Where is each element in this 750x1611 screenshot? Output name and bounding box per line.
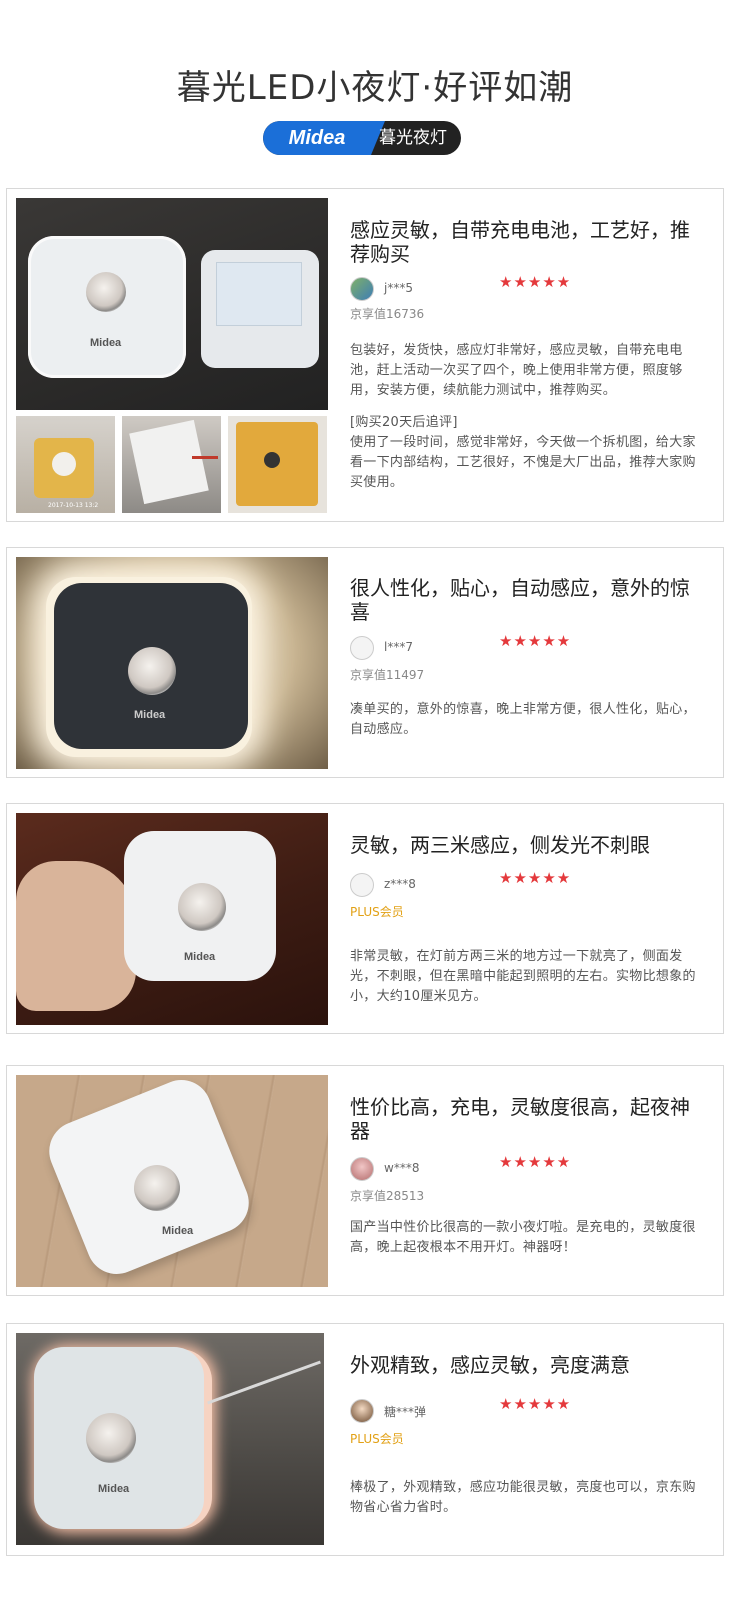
avatar xyxy=(350,1157,374,1181)
review-body: 凑单买的，意外的惊喜，晚上非常方便，很人性化，贴心，自动感应。 xyxy=(350,700,700,740)
review-text: 棒极了，外观精致，感应功能很灵敏，亮度也可以，京东购物省心省力省时。 xyxy=(350,1480,696,1515)
avatar xyxy=(350,636,374,660)
badge-subtitle: 暮光夜灯 xyxy=(379,128,447,148)
star-rating: ★★★★★ xyxy=(499,1395,572,1413)
reviewer-name: 糖***弹 xyxy=(384,1405,427,1419)
midea-logo: Midea xyxy=(263,121,385,155)
member-level: 京享值28513 xyxy=(350,1189,425,1203)
review-text: 包装好，发货快，感应灯非常好，感应灵敏，自带充电电池，赶上活动一次买了四个，晚上… xyxy=(350,343,683,398)
review-photo[interactable]: Midea xyxy=(16,1075,328,1287)
review-title: 外观精致，感应灵敏，亮度满意 xyxy=(350,1353,630,1377)
reviewer-name: j***5 xyxy=(384,281,413,295)
review-photo[interactable]: Midea xyxy=(16,198,328,410)
product-label xyxy=(216,262,302,326)
motion-sensor xyxy=(178,883,226,931)
reviewer-name: z***8 xyxy=(384,877,416,891)
lamp-logo: Midea xyxy=(98,1483,130,1495)
motion-sensor xyxy=(128,647,176,695)
motion-sensor xyxy=(134,1165,180,1211)
followup-text: [购买20天后追评] 使用了一段时间，感觉非常好，今天做一个拆机图，给大家看一下… xyxy=(350,415,696,490)
member-level: PLUS会员 xyxy=(350,905,404,919)
review-title: 灵敏，两三米感应，侧发光不刺眼 xyxy=(350,833,650,857)
avatar xyxy=(350,277,374,301)
member-level: 京享值11497 xyxy=(350,668,425,682)
review-card: Midea 2017-10-13 13:2 感应灵敏，自带充电电池，工艺好，推荐… xyxy=(6,188,724,522)
lamp-logo: Midea xyxy=(184,951,216,963)
hand xyxy=(16,861,136,1011)
avatar xyxy=(350,1399,374,1423)
lamp-logo: Midea xyxy=(90,337,122,349)
review-body: 非常灵敏，在灯前方两三米的地方过一下就亮了，侧面发光，不刺眼，但在黑暗中能起到照… xyxy=(350,947,700,1007)
member-level: 京享值16736 xyxy=(350,307,425,321)
lamp-logo: Midea xyxy=(134,709,166,721)
reviewer-name: l***7 xyxy=(384,640,413,654)
reviewer-name: w***8 xyxy=(384,1161,420,1175)
avatar xyxy=(350,873,374,897)
teardown-thumb[interactable]: 2017-10-13 13:2 xyxy=(16,416,115,513)
brand-badge: Midea 暮光夜灯 xyxy=(263,121,461,155)
thumbnail-row: 2017-10-13 13:2 xyxy=(16,416,328,513)
review-title: 很人性化，贴心，自动感应，意外的惊喜 xyxy=(350,576,690,624)
teardown-thumb[interactable] xyxy=(228,416,327,513)
review-text: 国产当中性价比很高的一款小夜灯啦。是充电的，灵敏度很高，晚上起夜根本不用开灯。神… xyxy=(350,1220,696,1255)
review-photo[interactable]: Midea xyxy=(16,813,328,1025)
motion-sensor xyxy=(86,272,126,312)
review-body: 棒极了，外观精致，感应功能很灵敏，亮度也可以，京东购物省心省力省时。 xyxy=(350,1478,700,1518)
review-text: 非常灵敏，在灯前方两三米的地方过一下就亮了，侧面发光，不刺眼，但在黑暗中能起到照… xyxy=(350,949,696,1004)
review-card: Midea 外观精致，感应灵敏，亮度满意 糖***弹 ★★★★★ PLUS会员 … xyxy=(6,1323,724,1556)
review-body: 国产当中性价比很高的一款小夜灯啦。是充电的，灵敏度很高，晚上起夜根本不用开灯。神… xyxy=(350,1218,700,1258)
member-level: PLUS会员 xyxy=(350,1432,404,1446)
review-text: 凑单买的，意外的惊喜，晚上非常方便，很人性化，贴心，自动感应。 xyxy=(350,702,696,737)
review-card: Midea 很人性化，贴心，自动感应，意外的惊喜 l***7 ★★★★★ 京享值… xyxy=(6,547,724,778)
star-rating: ★★★★★ xyxy=(499,1153,572,1171)
thumb-timestamp: 2017-10-13 13:2 xyxy=(48,502,99,509)
star-rating: ★★★★★ xyxy=(499,869,572,887)
motion-sensor xyxy=(86,1413,136,1463)
star-rating: ★★★★★ xyxy=(499,632,572,650)
review-title: 感应灵敏，自带充电电池，工艺好，推荐购买 xyxy=(350,218,690,266)
review-body: 包装好，发货快，感应灯非常好，感应灵敏，自带充电电池，赶上活动一次买了四个，晚上… xyxy=(350,341,700,493)
review-title: 性价比高，充电，灵敏度很高，起夜神器 xyxy=(350,1095,690,1143)
page-title: 暮光LED小夜灯·好评如潮 xyxy=(176,68,574,108)
star-rating: ★★★★★ xyxy=(499,273,572,291)
review-card: Midea 灵敏，两三米感应，侧发光不刺眼 z***8 ★★★★★ PLUS会员… xyxy=(6,803,724,1034)
review-photo[interactable]: Midea xyxy=(16,557,328,769)
review-card: Midea 性价比高，充电，灵敏度很高，起夜神器 w***8 ★★★★★ 京享值… xyxy=(6,1065,724,1296)
lamp-logo: Midea xyxy=(162,1225,194,1237)
review-photo[interactable]: Midea xyxy=(16,1333,324,1545)
teardown-thumb[interactable] xyxy=(122,416,221,513)
